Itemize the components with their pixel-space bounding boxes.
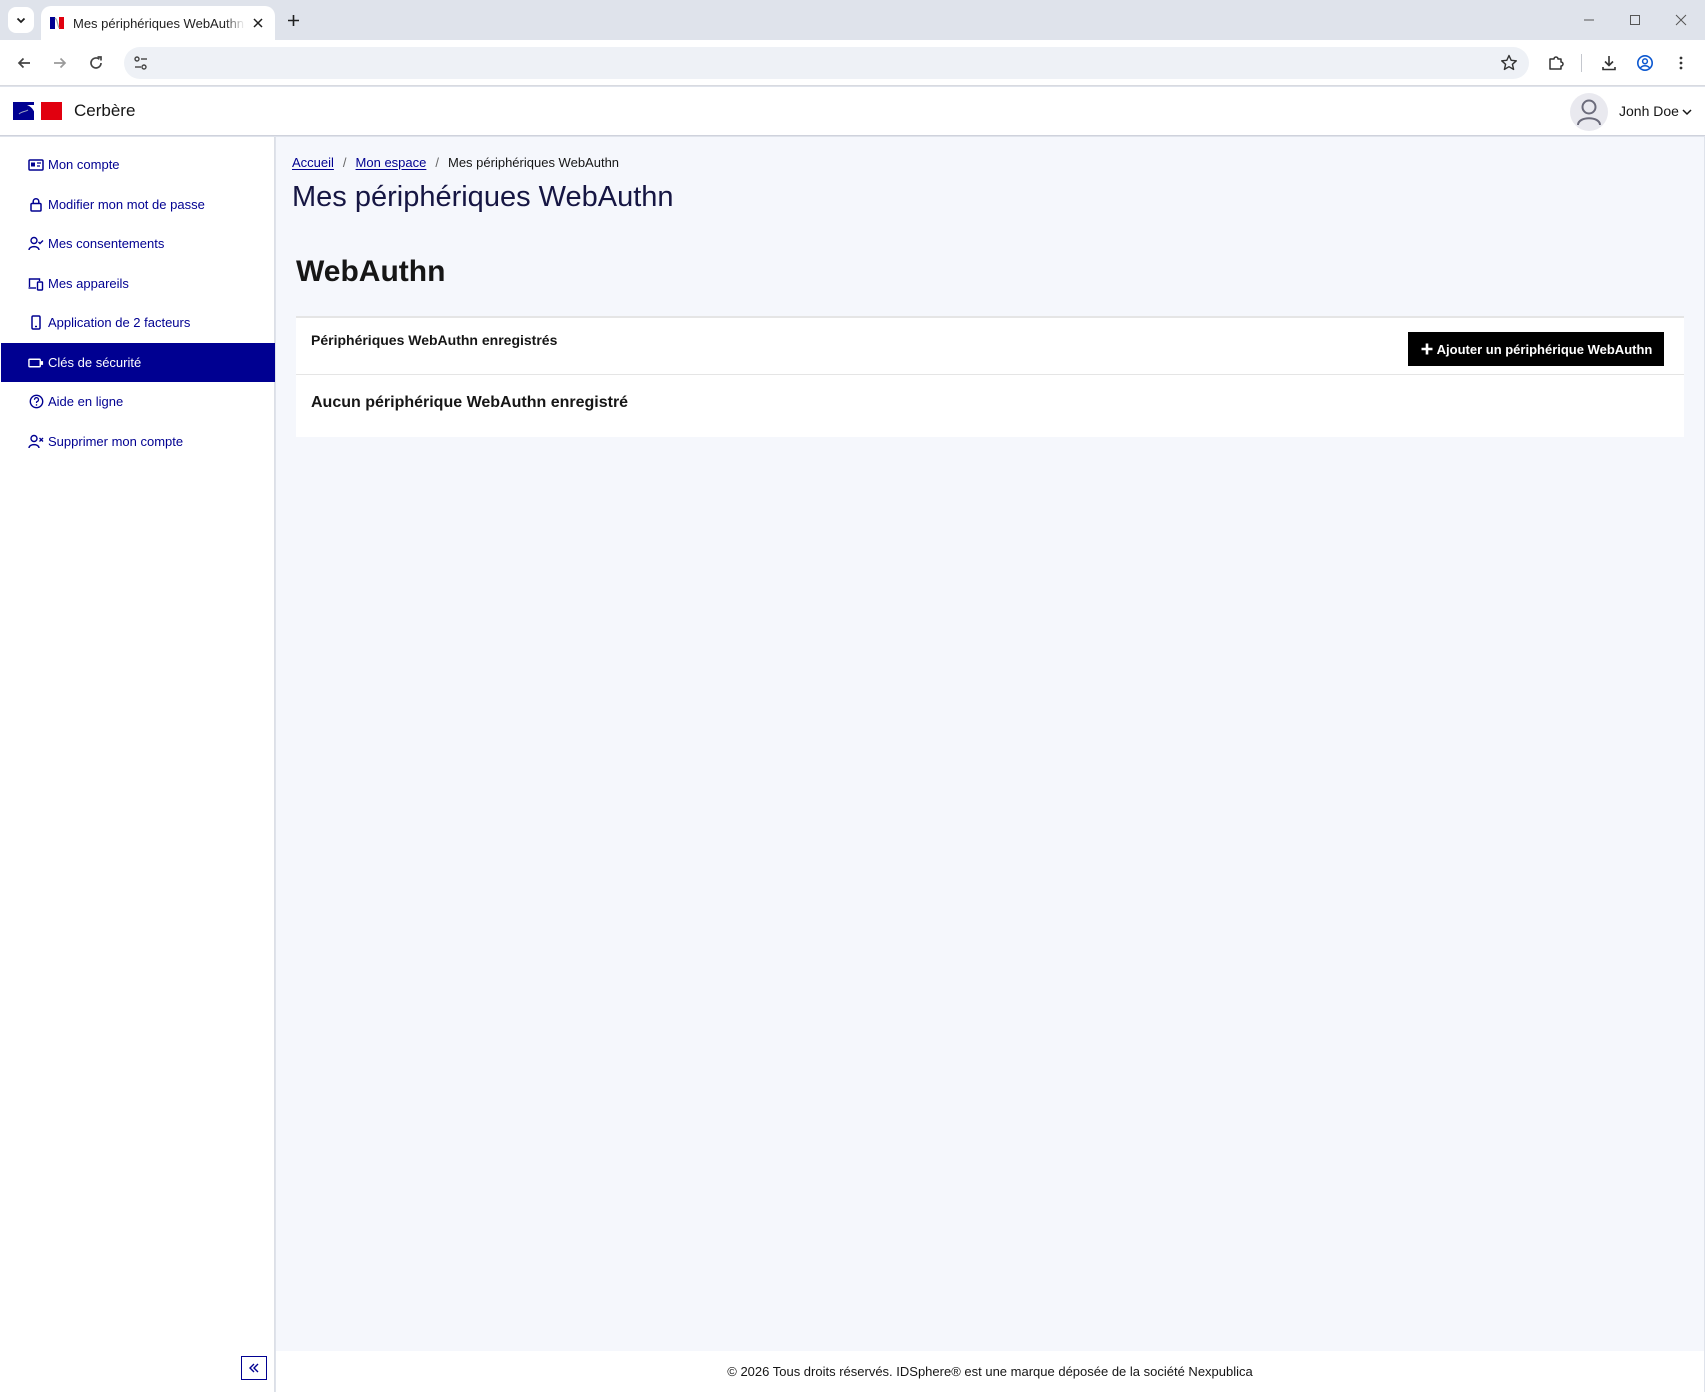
sidebar-item-label: Mes appareils xyxy=(48,276,129,291)
more-vertical-icon xyxy=(1679,56,1683,70)
sidebar-item-label: Modifier mon mot de passe xyxy=(48,197,205,212)
chevron-down-icon[interactable] xyxy=(1681,106,1693,118)
site-settings-icon[interactable] xyxy=(132,54,150,72)
browser-menu-button[interactable] xyxy=(1668,50,1694,76)
sidebar-item-aide-en-ligne[interactable]: Aide en ligne xyxy=(1,382,275,421)
user-icon xyxy=(1577,99,1601,126)
question-circle-icon xyxy=(28,394,44,410)
user-name[interactable]: Jonh Doe xyxy=(1619,103,1679,119)
profile-button[interactable] xyxy=(1632,50,1658,76)
sidebar: Mon compte Modifier mon mot de passe Mes… xyxy=(0,137,275,1392)
marianne-logo[interactable] xyxy=(13,102,62,120)
sidebar-item-mon-compte[interactable]: Mon compte xyxy=(1,145,275,184)
tab-search-button[interactable] xyxy=(8,7,34,33)
empty-state-message: Aucun périphérique WebAuthn enregistré xyxy=(311,394,629,411)
sidebar-item-label: Supprimer mon compte xyxy=(48,434,184,449)
minimize-window-button[interactable] xyxy=(1577,8,1601,32)
sidebar-item-application-2-facteurs[interactable]: Application de 2 facteurs xyxy=(1,303,275,342)
plus-icon xyxy=(1421,343,1433,355)
sidebar-item-mes-consentements[interactable]: Mes consentements xyxy=(1,224,275,263)
smartphone-icon xyxy=(28,315,44,331)
maximize-icon xyxy=(1630,15,1640,25)
puzzle-icon xyxy=(1549,56,1564,70)
close-window-button[interactable] xyxy=(1669,8,1693,32)
page-title: Mes périphériques WebAuthn xyxy=(292,181,674,213)
user-x-icon xyxy=(28,434,44,450)
sidebar-item-label: Mes consentements xyxy=(48,236,165,251)
breadcrumb-separator: / xyxy=(435,155,439,170)
tab-close-button[interactable] xyxy=(249,14,267,32)
webauthn-devices-card: Périphériques WebAuthn enregistrés Ajout… xyxy=(296,316,1684,437)
arrow-left-icon xyxy=(17,57,30,69)
breadcrumb-separator: / xyxy=(342,155,347,170)
marianne-favicon-icon xyxy=(50,17,64,29)
arrow-right-icon xyxy=(54,57,67,69)
section-title: WebAuthn xyxy=(296,255,446,288)
user-avatar[interactable] xyxy=(1570,93,1608,131)
id-card-icon xyxy=(28,157,44,173)
browser-tabstrip: Mes périphériques WebAuthn - Cerbère xyxy=(0,0,1705,40)
tab-title: Mes périphériques WebAuthn - Cerbère xyxy=(73,15,245,31)
breadcrumb-link-mon-espace[interactable]: Mon espace xyxy=(356,155,427,170)
sidebar-item-label: Clés de sécurité xyxy=(48,355,142,370)
sidebar-item-label: Mon compte xyxy=(48,157,120,172)
chevron-down-icon xyxy=(16,17,26,24)
close-icon xyxy=(253,18,263,28)
add-button-label: Ajouter un périphérique WebAuthn xyxy=(1436,341,1653,357)
add-webauthn-device-button[interactable]: Ajouter un périphérique WebAuthn xyxy=(1408,332,1664,366)
lock-icon xyxy=(28,197,44,213)
reload-icon xyxy=(90,56,102,69)
sidebar-item-label: Application de 2 facteurs xyxy=(48,315,191,330)
devices-icon xyxy=(28,276,44,292)
breadcrumb: Accueil / Mon espace / Mes périphériques… xyxy=(292,155,619,170)
double-chevron-left-icon xyxy=(249,1363,259,1373)
card-header: Périphériques WebAuthn enregistrés Ajout… xyxy=(296,318,1684,375)
user-check-icon xyxy=(28,236,44,252)
security-key-icon xyxy=(28,355,44,371)
main-content: Accueil / Mon espace / Mes périphériques… xyxy=(276,137,1704,1351)
new-tab-button[interactable] xyxy=(282,9,304,31)
browser-tab[interactable]: Mes périphériques WebAuthn - Cerbère xyxy=(41,6,275,40)
account-circle-icon xyxy=(1637,55,1653,71)
sidebar-item-mes-appareils[interactable]: Mes appareils xyxy=(1,264,275,303)
footer-copyright: © 2026 Tous droits réservés. IDSphere® e… xyxy=(727,1364,1253,1379)
close-icon xyxy=(1675,14,1687,26)
sidebar-item-label: Aide en ligne xyxy=(48,394,124,409)
collapse-sidebar-button[interactable] xyxy=(241,1356,267,1380)
sidebar-item-supprimer-mon-compte[interactable]: Supprimer mon compte xyxy=(1,422,275,461)
back-button[interactable] xyxy=(11,50,37,76)
card-title: Périphériques WebAuthn enregistrés xyxy=(311,332,558,348)
sidebar-item-cles-de-securite[interactable]: Clés de sécurité xyxy=(1,343,275,382)
download-icon xyxy=(1602,56,1616,71)
toolbar-separator xyxy=(1581,54,1582,72)
extensions-button[interactable] xyxy=(1543,50,1569,76)
address-bar[interactable] xyxy=(124,47,1529,79)
sidebar-item-modifier-mot-de-passe[interactable]: Modifier mon mot de passe xyxy=(1,185,275,224)
brand-name[interactable]: Cerbère xyxy=(74,101,135,121)
downloads-button[interactable] xyxy=(1596,50,1622,76)
reload-button[interactable] xyxy=(83,50,109,76)
maximize-window-button[interactable] xyxy=(1623,8,1647,32)
breadcrumb-current: Mes périphériques WebAuthn xyxy=(448,155,620,170)
footer: © 2026 Tous droits réservés. IDSphere® e… xyxy=(276,1351,1704,1392)
minimize-icon xyxy=(1584,19,1594,21)
app-header: Cerbère Jonh Doe xyxy=(0,87,1705,136)
forward-button[interactable] xyxy=(47,50,73,76)
browser-toolbar xyxy=(0,40,1705,86)
plus-icon xyxy=(287,14,299,26)
breadcrumb-link-accueil[interactable]: Accueil xyxy=(292,155,334,170)
bookmark-star-icon[interactable] xyxy=(1499,53,1519,73)
